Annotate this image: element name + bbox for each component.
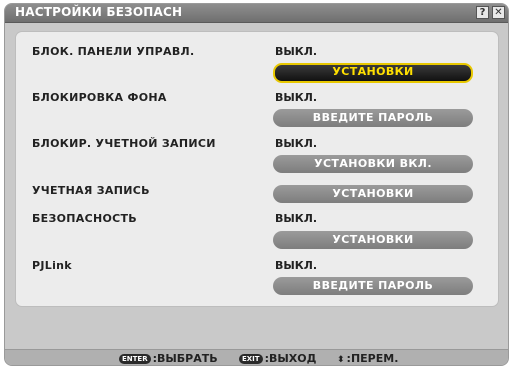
exit-key-icon: EXIT [239, 354, 263, 364]
help-icon[interactable]: ? [476, 6, 489, 19]
account-lock-value: ВЫКЛ. [275, 137, 318, 150]
pjlink-password-button[interactable]: ВВЕДИТЕ ПАРОЛЬ [273, 277, 473, 295]
title-bar: НАСТРОЙКИ БЕЗОПАСН ? ✕ [5, 4, 508, 23]
security-value: ВЫКЛ. [275, 212, 318, 225]
account-lock-enable-button[interactable]: УСТАНОВКИ ВКЛ. [273, 155, 473, 173]
enter-hint-text: :ВЫБРАТЬ [152, 352, 218, 365]
status-bar: ENTER:ВЫБРАТЬ EXIT:ВЫХОД ⬍:ПЕРЕМ. [5, 349, 508, 365]
enter-hint: ENTER:ВЫБРАТЬ [119, 352, 218, 365]
settings-panel: БЛОК. ПАНЕЛИ УПРАВЛ. ВЫКЛ. УСТАНОВКИ БЛО… [15, 31, 499, 307]
account-lock-label: БЛОКИР. УЧЕТНОЙ ЗАПИСИ [32, 137, 216, 150]
security-settings-window: НАСТРОЙКИ БЕЗОПАСН ? ✕ БЛОК. ПАНЕЛИ УПРА… [4, 3, 509, 366]
window-title: НАСТРОЙКИ БЕЗОПАСН [15, 5, 183, 19]
background-lock-label: БЛОКИРОВКА ФОНА [32, 91, 167, 104]
pjlink-value: ВЫКЛ. [275, 259, 318, 272]
account-label: УЧЕТНАЯ ЗАПИСЬ [32, 184, 150, 197]
account-settings-button[interactable]: УСТАНОВКИ [273, 185, 473, 203]
security-settings-button[interactable]: УСТАНОВКИ [273, 231, 473, 249]
control-panel-lock-label: БЛОК. ПАНЕЛИ УПРАВЛ. [32, 45, 195, 58]
security-label: БЕЗОПАСНОСТЬ [32, 212, 137, 225]
up-down-arrows-icon: ⬍ [337, 355, 345, 365]
move-hint-text: :ПЕРЕМ. [346, 352, 399, 365]
close-icon[interactable]: ✕ [492, 6, 505, 19]
enter-key-icon: ENTER [119, 354, 151, 364]
background-lock-password-button[interactable]: ВВЕДИТЕ ПАРОЛЬ [273, 109, 473, 127]
background-lock-value: ВЫКЛ. [275, 91, 318, 104]
exit-hint-text: :ВЫХОД [264, 352, 317, 365]
control-panel-lock-settings-button[interactable]: УСТАНОВКИ [273, 63, 473, 83]
control-panel-lock-value: ВЫКЛ. [275, 45, 318, 58]
pjlink-label: PJLink [32, 259, 72, 272]
move-hint: ⬍:ПЕРЕМ. [337, 352, 398, 365]
exit-hint: EXIT:ВЫХОД [239, 352, 316, 365]
